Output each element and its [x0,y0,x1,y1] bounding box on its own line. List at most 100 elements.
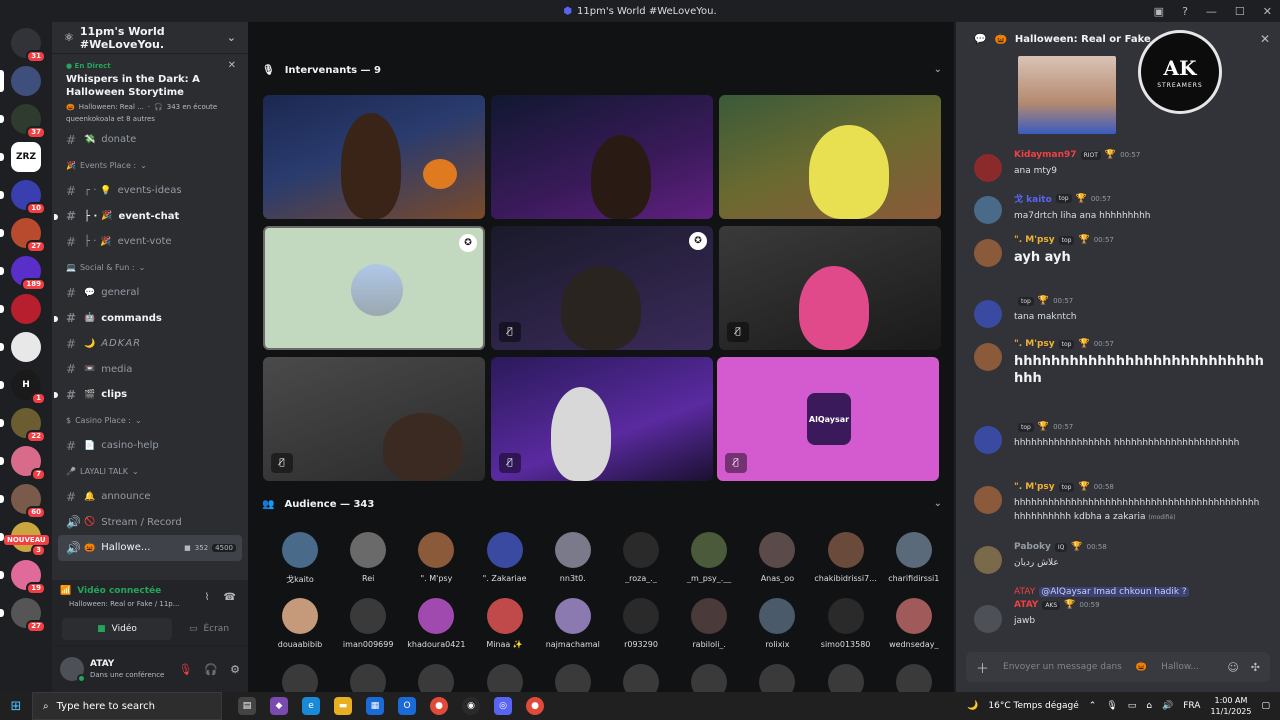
audience-member[interactable]: iman009699 [334,598,402,649]
copilot-icon[interactable]: ◆ [270,697,288,715]
audience-member[interactable] [675,664,743,692]
audience-member[interactable]: douaabibib [266,598,334,649]
server-icon[interactable]: 10 [0,180,46,215]
audience-member[interactable] [539,664,607,692]
server-icon[interactable] [0,332,41,362]
chevron-up-icon[interactable]: ⌃ [1089,701,1097,711]
audience-member[interactable]: Anas_oo [743,532,811,583]
audience-member[interactable]: _roza_._ [607,532,675,583]
speaker-tile[interactable]: 🎙̸ [263,357,485,481]
audience-member[interactable]: 戈kaito [266,532,334,585]
mic-muted-icon[interactable]: 🎙 [178,663,192,676]
headphones-icon[interactable]: 🎧 [204,663,218,676]
windows-start-icon[interactable]: ⊞ [0,692,32,720]
audience-member[interactable]: rabiloli_. [675,598,743,649]
channel-item[interactable]: # 💸 donate [52,127,248,153]
audience-member[interactable]: wednseday_ [880,598,948,649]
author-name[interactable]: Paboky [1014,542,1051,552]
author-name[interactable]: 戈 kaito [1014,192,1052,205]
chat-message[interactable]: ". M'psy top 🏆 00:57 ayh ayh [974,235,1274,267]
weather-text[interactable]: 16°C Temps dégagé [988,701,1078,711]
avatar[interactable] [974,426,1002,454]
live-event-card[interactable]: ● En Direct Whispers in the Dark: A Hall… [60,60,240,125]
speaker-tile[interactable]: 🎙̸ [719,226,941,350]
category-header[interactable]: 💻 Social & Fun : ⌄ [52,255,248,281]
audience-member[interactable]: Rei [334,532,402,583]
message-input[interactable]: ＋ Envoyer un message dans 🎃 Hallow... ☺ … [966,652,1270,682]
chat-message[interactable]: top 🏆 00:57 hhhhhhhhhhhhhhhhh hhhhhhhhhhhhh… [974,422,1274,454]
speaker-tile[interactable] [719,95,941,219]
taskbar-search[interactable]: ⌕ Type here to search [32,692,222,720]
server-icon[interactable]: 19 [0,560,46,595]
avatar[interactable] [60,657,86,683]
channel-item[interactable]: # 🌙 ADKAR [52,331,248,357]
disconnect-icon[interactable]: ☎ [224,592,236,603]
audience-member[interactable]: charifidirssi1 [880,532,948,583]
inbox-icon[interactable]: ▣ [1154,5,1164,18]
audience-member[interactable]: _m_psy_.__ [675,532,743,583]
voice-channel[interactable]: Halloween: Real or Fake / 11p... [69,600,179,608]
minimize-button[interactable]: — [1206,5,1217,18]
task-view-icon[interactable]: ▤ [238,697,256,715]
channel-item[interactable]: 🔊 🎃 Hallowe... ■ 352 4500 [58,535,242,561]
file-explorer-icon[interactable]: ▬ [334,697,352,715]
server-icon[interactable]: 27 [0,218,46,253]
server-icon[interactable]: 22 [0,408,46,443]
chrome-icon[interactable]: ● [526,697,544,715]
obs-icon[interactable]: ◉ [462,697,480,715]
server-icon[interactable]: 37 [0,104,46,139]
server-icon[interactable] [0,294,41,324]
channel-item[interactable]: # 📼 media [52,357,248,383]
network-icon[interactable]: ⌂ [1146,701,1152,711]
avatar[interactable] [974,343,1002,371]
audience-member[interactable]: rolixix [743,598,811,649]
audience-member[interactable] [607,664,675,692]
server-icon[interactable]: 7 [0,446,46,481]
audience-member[interactable] [471,664,539,692]
close-icon[interactable]: ✕ [1260,32,1270,46]
server-icon[interactable]: 189 [0,256,46,291]
help-icon[interactable]: ? [1182,5,1188,18]
channel-item[interactable]: # ┌ · 💡 events-ideas [52,178,248,204]
outlook-icon[interactable]: O [398,697,416,715]
clock[interactable]: 1:00 AM 11/1/2025 [1210,695,1251,717]
chat-message[interactable]: Kidayman97 RIOT 🏆 00:57 ana mty9 [974,150,1274,182]
category-header[interactable]: $ Casino Place : ⌄ [52,408,248,434]
reply-preview[interactable]: ATAY @AlQaysar Imad chkoun hadik ? [1014,587,1274,597]
chat-message[interactable]: ". M'psy top 🏆 00:58 hhhhhhhhhhhhhhhhhhhhhhh… [974,482,1274,525]
mic-icon[interactable]: 🎙 [1106,701,1117,711]
video-button[interactable]: ■ Vidéo [62,618,172,640]
close-icon[interactable]: ✕ [228,60,236,71]
avatar[interactable] [974,605,1002,633]
audience-member[interactable] [743,664,811,692]
audience-member[interactable] [334,664,402,692]
channel-item[interactable]: # 💬 general [52,280,248,306]
speaker-tile[interactable]: AlQaysar 🎙̸ [717,357,939,481]
server-icon[interactable]: ZRZ [0,142,41,172]
channel-item[interactable]: # 🔔 announce [52,484,248,510]
avatar[interactable] [974,546,1002,574]
audience-member[interactable] [880,664,948,692]
chat-message[interactable]: top 🏆 00:57 tana makntch [974,296,1274,328]
server-icon[interactable]: 60 [0,484,46,519]
chat-message[interactable]: 戈 kaito top 🏆 00:57 ma7drtch liha ana hhhhhh… [974,192,1274,224]
channel-item[interactable]: # 🎬 clips [52,382,248,408]
speaker-tile[interactable] [491,95,713,219]
chat-message[interactable]: ATAY @AlQaysar Imad chkoun hadik ? ATAY AKS… [974,587,1274,633]
plus-icon[interactable]: ＋ [976,658,989,677]
audience-member[interactable]: nn3t0. [539,532,607,583]
avatar[interactable] [974,239,1002,267]
channel-item[interactable]: # ├ · 🎉 event-vote [52,229,248,255]
audience-member[interactable]: r093290 [607,598,675,649]
audience-member[interactable]: chakibidrissi7... [812,532,880,583]
chrome-icon[interactable]: ● [430,697,448,715]
chevron-down-icon[interactable]: ⌄ [934,64,942,75]
server-icon[interactable]: 27 [0,598,46,633]
audience-member[interactable] [812,664,880,692]
screen-share-button[interactable]: ▭ Écran [176,618,242,640]
audience-member[interactable]: khadoura0421 [402,598,470,649]
avatar[interactable] [974,300,1002,328]
author-name[interactable]: ATAY [1014,600,1038,610]
channel-item[interactable]: # 🤖 commands [52,306,248,332]
author-name[interactable]: ". M'psy [1014,339,1055,349]
